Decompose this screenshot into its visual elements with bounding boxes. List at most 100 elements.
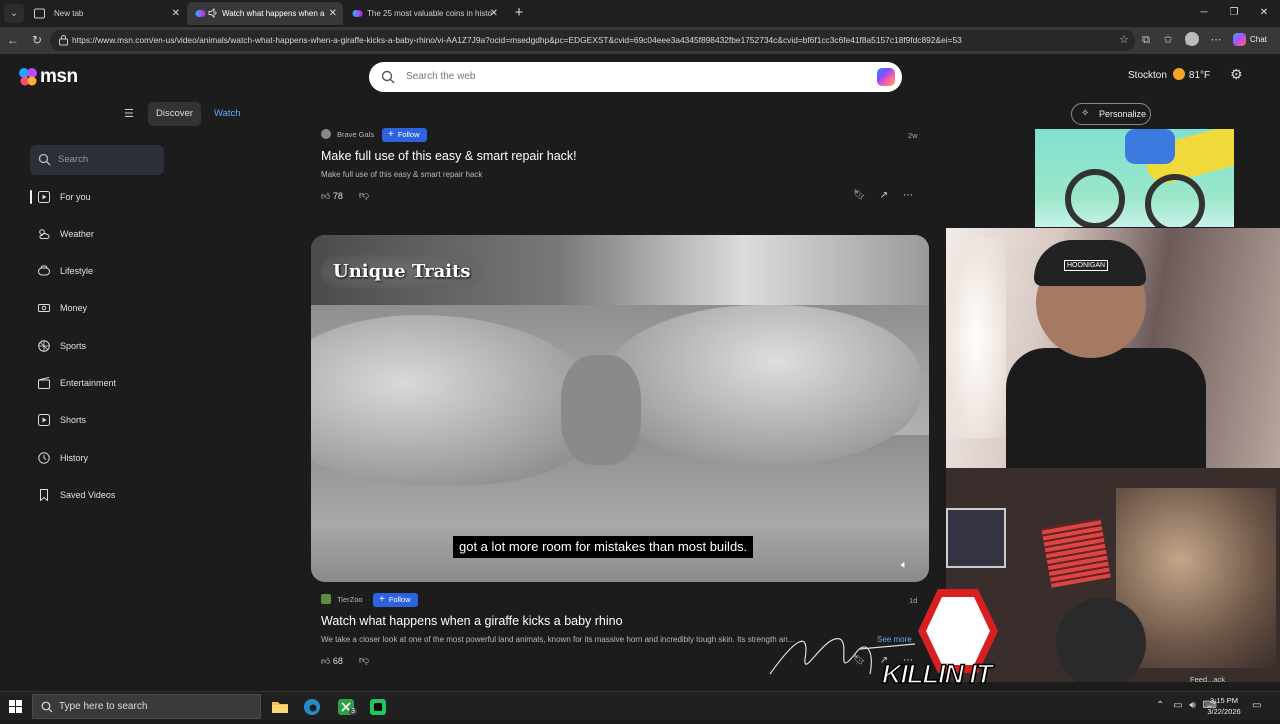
sidebar-item-label: Weather [60, 229, 94, 239]
clock-date: 3/22/2026 [1207, 707, 1241, 716]
tab-new-tab[interactable]: New tab ✕ [26, 2, 186, 25]
bookmark-icon[interactable]: 🔖︎ [853, 190, 866, 202]
tab-active-video[interactable]: Watch what happens when a ✕ [187, 2, 343, 25]
favorite-star-icon[interactable]: ☆ [1119, 33, 1129, 46]
tab-close-icon[interactable]: ✕ [172, 2, 180, 25]
favorites-icon[interactable]: ✩ [1160, 32, 1176, 48]
nav-watch[interactable]: Watch [206, 102, 249, 126]
windows-taskbar: Type here to search 3 ⌃ ▭ 🔊︎ ⌨ 3:15 PM 3… [0, 691, 1280, 720]
sidebar-item-entertainment[interactable]: Entertainment [30, 372, 180, 394]
file-explorer-icon[interactable] [268, 695, 292, 719]
taskbar-search-input[interactable]: Type here to search [59, 695, 147, 718]
bicycle-wheel [1145, 174, 1205, 227]
mute-icon[interactable]: 🔈︎ [901, 559, 908, 572]
profile-avatar[interactable] [1185, 32, 1199, 46]
sidebar-item-sports[interactable]: Sports [30, 335, 180, 357]
history-icon [38, 452, 50, 464]
personalize-label: Personalize [1099, 109, 1147, 119]
lifestyle-icon [38, 265, 50, 276]
personalize-button[interactable]: ✧ Personalize [1071, 103, 1151, 125]
thumbs-up-icon: 👍︎ [321, 191, 331, 201]
copilot-chat-button[interactable]: Chat [1233, 31, 1267, 49]
web-search-box[interactable]: Search the web [369, 62, 902, 92]
source-name: Brave Gals [337, 130, 375, 139]
video-player[interactable]: Unique Traits got a lot more room for mi… [311, 235, 929, 582]
sidebar-item-saved-videos[interactable]: Saved Videos [30, 484, 180, 506]
sidebar-item-for-you[interactable]: For you [30, 186, 180, 208]
card-title[interactable]: Watch what happens when a giraffe kicks … [321, 614, 623, 628]
sidebar-item-label: Money [60, 303, 88, 313]
video-caption: got a lot more room for mistakes than mo… [453, 536, 754, 558]
windows-start-icon[interactable] [9, 700, 22, 713]
web-search-input[interactable]: Search the web [406, 62, 476, 92]
hamburger-menu-icon[interactable]: ☰ [124, 108, 136, 120]
shorts-icon [38, 414, 50, 426]
streaming-app-icon[interactable] [366, 695, 390, 719]
follow-button[interactable]: + Follow [382, 128, 427, 142]
sidebar-search[interactable]: Search [30, 145, 164, 175]
extensions-icon[interactable]: ⧉ [1138, 32, 1154, 48]
webcam-light-flare [946, 238, 1006, 438]
share-icon[interactable]: ↗ [878, 190, 890, 202]
card-description: Make full use of this easy & smart repai… [321, 170, 483, 179]
refresh-button[interactable]: ↻ [27, 30, 47, 50]
card-source[interactable]: TierZoo [321, 593, 363, 607]
feedback-button[interactable]: Feed...ack [1190, 675, 1225, 684]
network-icon[interactable]: ▭ [1173, 700, 1182, 711]
copilot-search-icon[interactable] [877, 68, 895, 86]
msn-butterfly-icon [19, 68, 37, 86]
like-button[interactable]: 👍︎ 78 [321, 191, 343, 202]
sidebar-item-money[interactable]: Money [30, 297, 180, 319]
card-source[interactable]: Brave Gals [321, 128, 374, 142]
lock-icon[interactable] [58, 34, 69, 46]
sidebar-item-weather[interactable]: Weather [30, 223, 180, 245]
sports-icon [38, 340, 50, 352]
sidebar-item-label: For you [60, 192, 91, 202]
rhino-right [601, 305, 921, 465]
chevron-up-icon[interactable]: ⌃ [1156, 700, 1164, 711]
weather-widget[interactable]: Stockton 81°F [1128, 68, 1210, 81]
tab-close-icon[interactable]: ✕ [490, 2, 498, 25]
follow-button[interactable]: + Follow [373, 593, 418, 607]
webcam-person-cap: HOONIGAN [1034, 240, 1146, 286]
desk-person-head [1056, 598, 1146, 682]
new-tab-button[interactable]: + [510, 3, 528, 23]
tab-coins[interactable]: The 25 most valuable coins in histo ✕ [344, 2, 504, 25]
source-name: TierZoo [337, 595, 363, 604]
sidebar-item-lifestyle[interactable]: Lifestyle [30, 260, 180, 282]
minimize-button[interactable]: ─ [1188, 2, 1220, 24]
sidebar-item-history[interactable]: History [30, 447, 180, 469]
url-text[interactable]: https://www.msn.com/en-us/video/animals/… [72, 30, 1102, 51]
like-button[interactable]: 👍︎ 68 [321, 656, 343, 667]
clock[interactable]: 3:15 PM 3/22/2026 [1202, 695, 1246, 717]
tab-close-icon[interactable]: ✕ [329, 2, 337, 25]
speaker-icon[interactable] [208, 8, 218, 18]
cycling-thumbnail[interactable] [1035, 129, 1234, 227]
notifications-icon[interactable]: ▭ [1252, 700, 1264, 712]
tab-actions-menu[interactable]: ⌄ [4, 4, 24, 23]
thumbs-down-icon[interactable]: 👎︎ [358, 190, 370, 202]
taskbar-search[interactable]: Type here to search [32, 694, 261, 719]
settings-gear-icon[interactable]: ⚙ [1230, 67, 1245, 82]
address-bar[interactable]: https://www.msn.com/en-us/video/animals/… [50, 30, 1135, 51]
entertainment-icon [38, 377, 50, 389]
more-options-icon[interactable]: ⋯ [902, 190, 914, 202]
xbox-badge: 3 [349, 708, 357, 715]
card-title[interactable]: Make full use of this easy & smart repai… [321, 149, 577, 163]
xbox-app-icon[interactable]: 3 [334, 695, 358, 719]
sidebar-item-shorts[interactable]: Shorts [30, 409, 180, 431]
close-window-button[interactable]: ✕ [1248, 2, 1280, 24]
back-button[interactable]: ← [3, 30, 23, 50]
msn-favicon-icon [195, 10, 206, 17]
restore-button[interactable]: ❐ [1218, 2, 1250, 24]
tab-title: Watch what happens when a [222, 9, 325, 18]
nav-discover[interactable]: Discover [148, 102, 201, 126]
killin-it-logo: KILLIN IT [880, 589, 1040, 690]
chat-label: Chat [1250, 35, 1267, 44]
edge-browser-icon[interactable] [300, 695, 324, 719]
streamer-webcam: HOONIGAN [946, 228, 1280, 468]
sidebar-search-input[interactable]: Search [58, 145, 88, 175]
speaker-icon[interactable]: 🔊︎ [1189, 700, 1195, 711]
thumbs-down-icon[interactable]: 👎︎ [358, 655, 370, 667]
more-menu-icon[interactable]: ⋯ [1208, 32, 1224, 48]
